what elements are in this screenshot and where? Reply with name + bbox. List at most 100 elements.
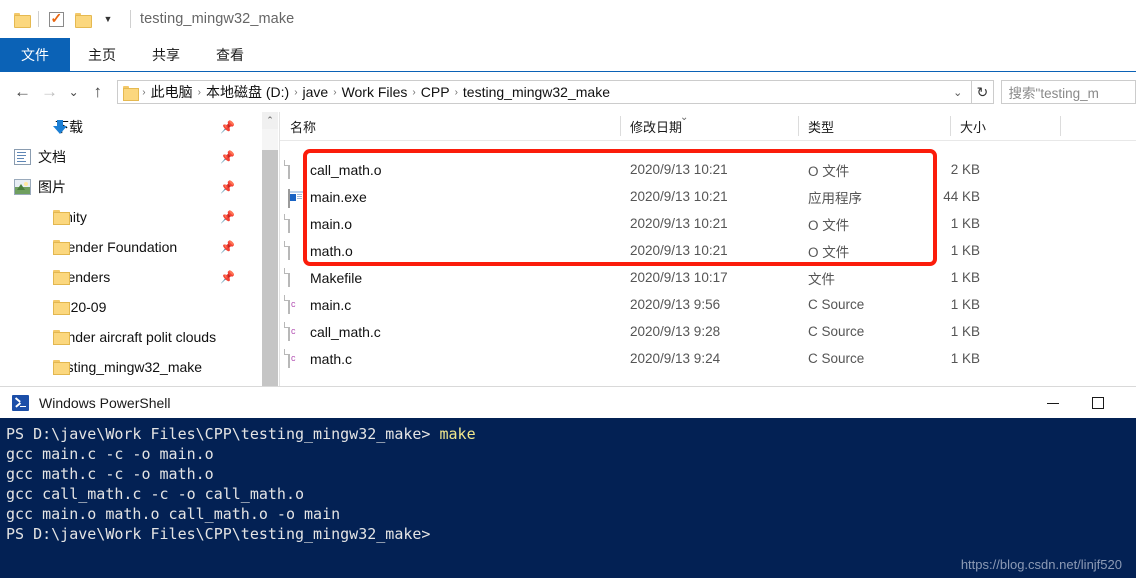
- up-button[interactable]: ↑: [84, 78, 111, 106]
- file-size: 1 KB: [950, 243, 980, 258]
- column-header-type[interactable]: 类型: [798, 112, 950, 140]
- sidebar-item-label: testing_mingw32_make: [55, 359, 203, 375]
- table-row[interactable]: math.o 2020/9/13 10:21 O 文件 1 KB: [280, 237, 1136, 264]
- table-row[interactable]: c main.c 2020/9/13 9:56 C Source 1 KB: [280, 291, 1136, 318]
- explorer-window-title: testing_mingw32_make: [140, 11, 295, 27]
- address-dropdown-icon[interactable]: ⌄: [946, 86, 969, 99]
- console-line: gcc main.c -c -o main.o: [6, 445, 214, 463]
- pin-icon[interactable]: 📌: [220, 120, 235, 134]
- pin-icon[interactable]: 📌: [220, 150, 235, 164]
- breadcrumb-item-4[interactable]: CPP: [417, 84, 454, 100]
- table-row[interactable]: main.o 2020/9/13 10:21 O 文件 1 KB: [280, 210, 1136, 237]
- sidebar-item-render-aircraft-polit-clouds[interactable]: render aircraft polit clouds: [0, 322, 262, 352]
- file-date: 2020/9/13 9:56: [630, 297, 721, 312]
- c-source-icon: c: [288, 322, 296, 341]
- properties-checkbox-icon[interactable]: [43, 4, 69, 34]
- breadcrumb-item-2[interactable]: jave: [299, 84, 333, 100]
- file-size: 1 KB: [950, 324, 980, 339]
- powershell-window-title: Windows PowerShell: [39, 394, 171, 411]
- pin-icon[interactable]: 📌: [220, 270, 235, 284]
- sidebar-item-documents[interactable]: 文档 📌: [0, 142, 262, 172]
- sidebar-item-testing-mingw32-make[interactable]: testing_mingw32_make: [0, 352, 262, 382]
- breadcrumb-item-0[interactable]: 此电脑: [147, 82, 197, 102]
- pictures-icon: [14, 179, 31, 195]
- console-line: PS D:\jave\Work Files\CPP\testing_mingw3…: [6, 525, 431, 543]
- back-button[interactable]: ←: [9, 78, 36, 106]
- file-date: 2020/9/13 10:21: [630, 243, 728, 258]
- recent-locations-button[interactable]: ⌄: [63, 78, 84, 106]
- refresh-icon[interactable]: ↻: [972, 80, 994, 104]
- breadcrumb-item-5[interactable]: testing_mingw32_make: [459, 84, 614, 100]
- file-type: 文件: [808, 271, 835, 287]
- new-folder-icon[interactable]: [69, 4, 95, 34]
- file-type: C Source: [808, 324, 865, 339]
- column-divider[interactable]: [1060, 116, 1061, 136]
- tab-home[interactable]: 主页: [70, 38, 134, 72]
- address-bar[interactable]: › 此电脑 › 本地磁盘 (D:) › jave › Work Files › …: [117, 80, 973, 104]
- folder-icon: [52, 239, 70, 255]
- powershell-icon: [12, 394, 29, 411]
- breadcrumb-item-1[interactable]: 本地磁盘 (D:): [202, 82, 293, 102]
- search-input[interactable]: 搜索"testing_m: [1000, 80, 1136, 104]
- watermark: https://blog.csdn.net/linjf520: [960, 557, 1122, 572]
- file-date: 2020/9/13 9:28: [630, 324, 721, 339]
- pin-icon[interactable]: 📌: [220, 240, 235, 254]
- console-line: gcc call_math.c -c -o call_math.o: [6, 485, 305, 503]
- explorer-title-bar: ▼ testing_mingw32_make: [0, 0, 1136, 38]
- column-header-date[interactable]: 修改日期: [620, 112, 798, 140]
- scrollbar-thumb[interactable]: [262, 150, 278, 386]
- column-header-size[interactable]: 大小: [950, 112, 1060, 140]
- scroll-up-icon[interactable]: ⌃: [262, 112, 278, 129]
- generic-file-icon: [288, 268, 290, 287]
- c-source-icon: c: [288, 295, 296, 314]
- search-placeholder: 搜索"testing_m: [1008, 86, 1099, 101]
- file-date: 2020/9/13 10:17: [630, 270, 728, 285]
- table-row[interactable]: call_math.o 2020/9/13 10:21 O 文件 2 KB: [280, 156, 1136, 183]
- chevron-down-icon[interactable]: ▼: [95, 4, 121, 34]
- column-header-name[interactable]: 名称: [280, 112, 620, 140]
- powershell-console[interactable]: PS D:\jave\Work Files\CPP\testing_mingw3…: [0, 418, 1136, 578]
- address-folder-icon: [123, 85, 140, 101]
- generic-file-icon: [288, 160, 290, 179]
- file-size: 44 KB: [943, 189, 980, 204]
- ribbon-tab-bar: 文件 主页 共享 查看: [0, 38, 1136, 72]
- file-date: 2020/9/13 10:21: [630, 162, 728, 177]
- table-row[interactable]: Makefile 2020/9/13 10:17 文件 1 KB: [280, 264, 1136, 291]
- sidebar-item-blender-foundation[interactable]: Blender Foundation 📌: [0, 232, 262, 262]
- folder-icon[interactable]: [8, 4, 34, 34]
- file-date: 2020/9/13 10:21: [630, 216, 728, 231]
- sidebar-item-label: render aircraft polit clouds: [55, 329, 217, 345]
- maximize-button[interactable]: [1075, 387, 1120, 419]
- sidebar-item-unity[interactable]: Unity 📌: [0, 202, 262, 232]
- tab-share[interactable]: 共享: [134, 38, 198, 72]
- file-size: 1 KB: [950, 351, 980, 366]
- forward-button[interactable]: →: [36, 78, 63, 106]
- sidebar-item-label: 文档: [38, 149, 66, 165]
- table-row[interactable]: c math.c 2020/9/13 9:24 C Source 1 KB: [280, 345, 1136, 372]
- file-name: main.c: [310, 296, 352, 313]
- minimize-button[interactable]: [1030, 387, 1075, 419]
- sidebar-item-blenders[interactable]: Blenders 📌: [0, 262, 262, 292]
- tab-view[interactable]: 查看: [198, 38, 262, 72]
- navigation-pane-scrollbar[interactable]: ⌃: [262, 112, 278, 386]
- pin-icon[interactable]: 📌: [220, 210, 235, 224]
- table-row[interactable]: main.exe 2020/9/13 10:21 应用程序 44 KB: [280, 183, 1136, 210]
- file-name: call_math.c: [310, 323, 381, 340]
- navigation-pane: 下载 📌 文档 📌 图片 📌 Unity 📌 Blender Foundatio…: [0, 112, 280, 386]
- sidebar-item-2020-09[interactable]: 2020-09: [0, 292, 262, 322]
- file-type: O 文件: [808, 217, 850, 233]
- table-row[interactable]: c call_math.c 2020/9/13 9:28 C Source 1 …: [280, 318, 1136, 345]
- file-size: 1 KB: [950, 297, 980, 312]
- file-size: 1 KB: [950, 216, 980, 231]
- sidebar-item-pictures[interactable]: 图片 📌: [0, 172, 262, 202]
- generic-file-icon: [288, 241, 290, 260]
- sidebar-item-label: 图片: [38, 179, 66, 195]
- sidebar-item-downloads[interactable]: 下载 📌: [0, 112, 262, 142]
- folder-icon: [52, 299, 70, 315]
- tab-file[interactable]: 文件: [0, 38, 70, 72]
- console-prompt: PS D:\jave\Work Files\CPP\testing_mingw3…: [6, 425, 440, 443]
- file-list-pane: 名称 修改日期 ⌄ 类型 大小 call_math.o 2020/9/13 10…: [280, 112, 1136, 386]
- powershell-window: Windows PowerShell PS D:\jave\Work Files…: [0, 386, 1136, 578]
- breadcrumb-item-3[interactable]: Work Files: [338, 84, 412, 100]
- pin-icon[interactable]: 📌: [220, 180, 235, 194]
